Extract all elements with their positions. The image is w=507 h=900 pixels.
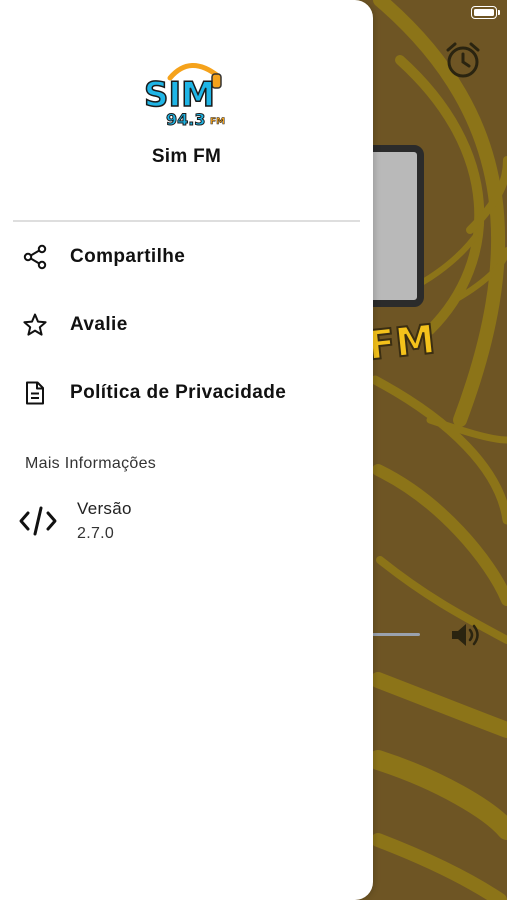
menu-item-label: Política de Privacidade — [70, 382, 287, 403]
logo-frequency: 94.3 — [166, 110, 205, 129]
volume-slider[interactable] — [372, 633, 420, 636]
battery-icon — [471, 6, 500, 19]
menu-item-label: Compartilhe — [70, 246, 186, 267]
logo-word: SIM — [144, 75, 215, 115]
menu-item-share[interactable]: Compartilhe — [0, 230, 373, 284]
background-brand-fragment: FM — [365, 316, 439, 371]
drawer-divider — [13, 220, 360, 222]
sim-fm-logo: SIM 94.3 FM — [143, 63, 225, 130]
section-title-more-info: Mais Informações — [25, 455, 157, 472]
menu-item-privacy-policy[interactable]: Política de Privacidade — [0, 366, 373, 420]
document-icon — [26, 381, 44, 405]
menu-item-label: Avalie — [70, 314, 128, 335]
logo-band: FM — [210, 117, 225, 127]
share-icon — [23, 244, 47, 270]
version-value: 2.7.0 — [77, 525, 115, 542]
version-label: Versão — [77, 499, 132, 518]
code-icon — [19, 506, 57, 536]
app-title: Sim FM — [151, 146, 222, 167]
alarm-clock-icon[interactable] — [444, 40, 482, 80]
volume-icon[interactable] — [449, 620, 483, 650]
navigation-drawer: SIM 94.3 FM Sim FM Compartilhe Avalie Po… — [0, 0, 373, 900]
menu-item-rate[interactable]: Avalie — [0, 298, 373, 352]
star-icon — [23, 313, 47, 336]
